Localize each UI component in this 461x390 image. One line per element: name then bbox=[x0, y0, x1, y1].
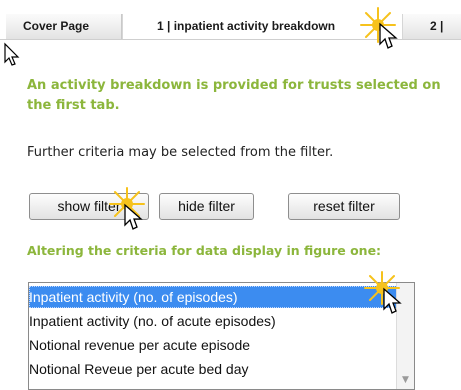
listbox-scrollbar[interactable]: ▼ bbox=[396, 283, 414, 389]
criteria-listbox[interactable]: Inpatient activity (no. of episodes) Inp… bbox=[28, 282, 415, 390]
tab-strip: Cover Page 1 | inpatient activity breakd… bbox=[0, 0, 461, 40]
filter-note: Further criteria may be selected from th… bbox=[27, 145, 334, 160]
criteria-option-inpatient-acute-episodes[interactable]: Inpatient activity (no. of acute episode… bbox=[29, 310, 399, 332]
criteria-heading: Altering the criteria for data display i… bbox=[27, 243, 382, 258]
tab-cover-page-label: Cover Page bbox=[23, 19, 90, 33]
tab-inpatient-activity-breakdown-label: 1 | inpatient activity breakdown bbox=[157, 19, 336, 33]
criteria-option-revenue-per-acute-bed-day[interactable]: Notional Reveue per acute bed day bbox=[29, 358, 399, 380]
criteria-option-revenue-per-acute-episode[interactable]: Notional revenue per acute episode bbox=[29, 334, 399, 356]
reset-filter-button[interactable]: reset filter bbox=[288, 193, 400, 220]
criteria-option-inpatient-episodes[interactable]: Inpatient activity (no. of episodes) bbox=[29, 286, 399, 308]
tab-cover-page[interactable]: Cover Page bbox=[6, 14, 122, 39]
tab-2[interactable]: 2 | bbox=[403, 14, 461, 39]
hide-filter-button[interactable]: hide filter bbox=[159, 193, 254, 220]
chevron-down-icon[interactable]: ▼ bbox=[397, 372, 414, 389]
arrow-cursor-icon bbox=[4, 42, 20, 66]
tab-2-label: 2 | bbox=[430, 19, 444, 33]
intro-note: An activity breakdown is provided for tr… bbox=[27, 78, 441, 113]
tab-inpatient-activity-breakdown[interactable]: 1 | inpatient activity breakdown bbox=[122, 14, 403, 39]
show-filter-button[interactable]: show filter bbox=[29, 193, 149, 220]
